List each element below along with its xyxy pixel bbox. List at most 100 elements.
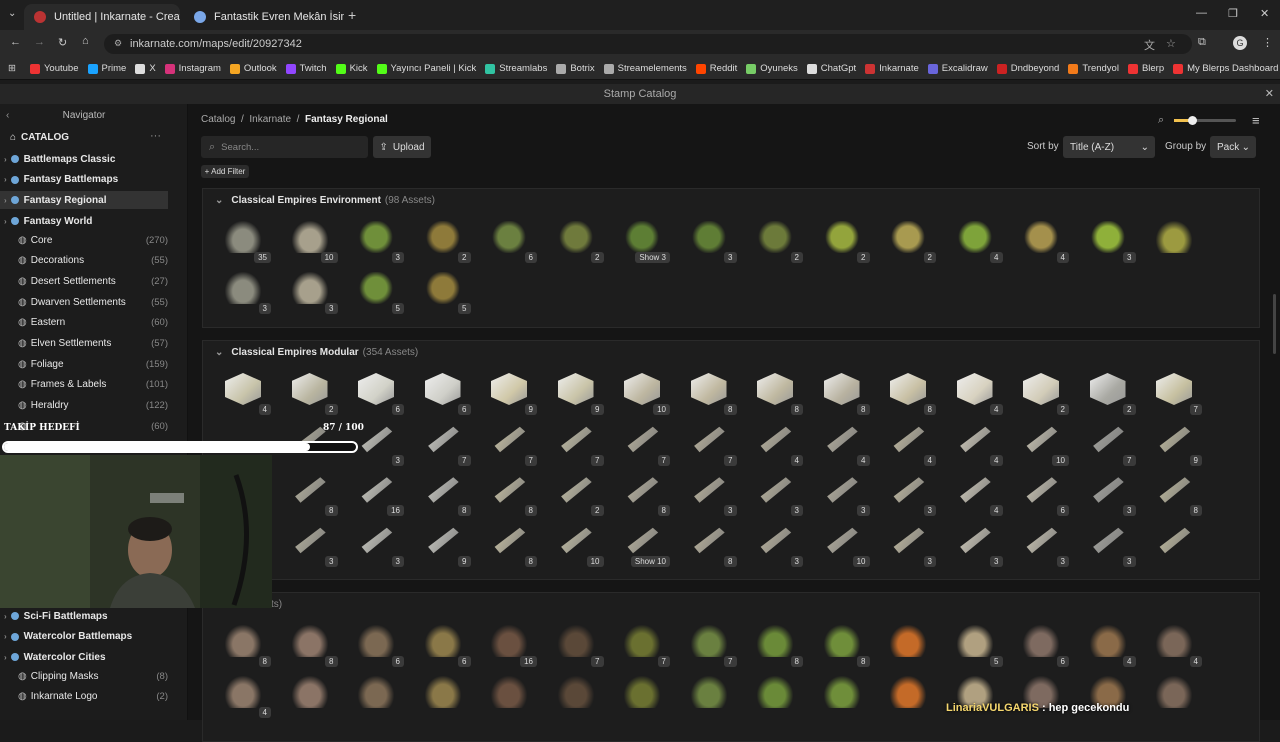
stamp-thumbnail[interactable] (481, 672, 539, 718)
bookmark-item[interactable]: Streamelements (603, 63, 687, 74)
stamp-thumbnail[interactable]: 3 (681, 217, 739, 263)
bookmark-item[interactable]: Reddit (695, 63, 737, 74)
stamp-thumbnail[interactable]: 2 (747, 217, 805, 263)
sidebar-item[interactable]: › Fantasy Regional (0, 191, 168, 210)
stamp-thumbnail[interactable]: Show 10 (614, 521, 672, 567)
stamp-thumbnail[interactable]: 9 (481, 369, 539, 415)
stamp-thumbnail[interactable]: 7 (1080, 420, 1138, 466)
stamp-thumbnail[interactable]: 4 (215, 369, 273, 415)
more-icon[interactable]: ··· (150, 130, 161, 142)
stamp-thumbnail[interactable]: 7 (614, 420, 672, 466)
stamp-thumbnail[interactable]: 8 (481, 470, 539, 516)
bookmark-item[interactable]: My Blerps Dashboard (1173, 63, 1278, 74)
stamp-thumbnail[interactable]: 10 (282, 217, 340, 263)
stamp-thumbnail[interactable]: 8 (681, 521, 739, 567)
stamp-thumbnail[interactable]: 4 (215, 672, 273, 718)
stamp-thumbnail[interactable]: 2 (880, 217, 938, 263)
group-select[interactable]: Pack ⌄ (1210, 136, 1256, 158)
stamp-thumbnail[interactable]: 9 (548, 369, 606, 415)
stamp-thumbnail[interactable]: 8 (614, 470, 672, 516)
breadcrumb-catalog[interactable]: Catalog (201, 114, 235, 125)
bookmark-star-icon[interactable]: ☆ (1166, 37, 1176, 50)
bookmark-item[interactable]: Oyuneks (746, 63, 798, 74)
stamp-thumbnail[interactable]: 8 (681, 369, 739, 415)
stamp-thumbnail[interactable]: 7 (681, 420, 739, 466)
stamp-thumbnail[interactable]: 7 (415, 420, 473, 466)
stamp-thumbnail[interactable] (1146, 217, 1204, 263)
site-info-icon[interactable]: ⚙ (114, 38, 122, 49)
stamp-thumbnail[interactable]: 2 (548, 217, 606, 263)
sidebar-item[interactable]: ◍ Foliage (159) (0, 355, 168, 373)
zoom-handle[interactable] (1188, 116, 1197, 125)
stamp-thumbnail[interactable]: 9 (415, 521, 473, 567)
stamp-thumbnail[interactable]: 8 (282, 621, 340, 667)
home-icon[interactable]: ⌂ (82, 35, 89, 47)
stamp-thumbnail[interactable]: 8 (814, 369, 872, 415)
stamp-thumbnail[interactable]: 3 (282, 521, 340, 567)
bookmark-item[interactable]: Twitch (285, 63, 327, 74)
stamp-thumbnail[interactable] (282, 672, 340, 718)
sidebar-item[interactable]: › Watercolor Cities (0, 648, 168, 666)
stamp-thumbnail[interactable]: 35 (215, 217, 273, 263)
stamp-thumbnail[interactable]: 7 (481, 420, 539, 466)
bookmark-item[interactable]: Excalidraw (927, 63, 988, 74)
forward-icon[interactable]: → (34, 36, 45, 48)
stamp-thumbnail[interactable] (681, 672, 739, 718)
section-header[interactable]: ⌄ Classical Empires Environment (98 Assets… (203, 189, 435, 211)
bookmark-item[interactable]: Trendyol (1068, 63, 1119, 74)
stamp-thumbnail[interactable]: 3 (348, 217, 406, 263)
scrollbar[interactable] (1273, 294, 1276, 354)
sidebar-item[interactable]: ◍ Clipping Masks (8) (0, 667, 168, 685)
stamp-thumbnail[interactable]: 3 (1080, 470, 1138, 516)
stamp-thumbnail[interactable]: 8 (415, 470, 473, 516)
breadcrumb-inkarnate[interactable]: Inkarnate (249, 114, 291, 125)
stamp-thumbnail[interactable]: 6 (415, 621, 473, 667)
stamp-thumbnail[interactable]: 2 (1013, 369, 1071, 415)
stamp-thumbnail[interactable]: 4 (1080, 621, 1138, 667)
stamp-thumbnail[interactable]: 3 (1080, 217, 1138, 263)
stamp-thumbnail[interactable] (814, 672, 872, 718)
sidebar-item[interactable]: ◍ Core (270) (0, 231, 168, 249)
stamp-thumbnail[interactable]: 3 (814, 470, 872, 516)
sidebar-item[interactable]: › Fantasy Battlemaps (0, 171, 168, 189)
stamp-thumbnail[interactable]: 2 (282, 369, 340, 415)
maximize-icon[interactable]: ❐ (1228, 7, 1238, 20)
sidebar-item[interactable]: › Sci-Fi Battlemaps (0, 607, 168, 625)
stamp-thumbnail[interactable]: 3 (215, 268, 273, 314)
bookmark-item[interactable]: Dndbeyond (996, 63, 1059, 74)
add-filter-button[interactable]: + Add Filter (201, 165, 249, 178)
stamp-thumbnail[interactable]: 3 (947, 521, 1005, 567)
bookmark-item[interactable]: Streamlabs (485, 63, 547, 74)
stamp-thumbnail[interactable] (614, 672, 672, 718)
stamp-thumbnail[interactable]: 4 (814, 420, 872, 466)
stamp-thumbnail[interactable]: 9 (1146, 420, 1204, 466)
sidebar-item[interactable]: ◍ Desert Settlements (27) (0, 272, 168, 290)
stamp-thumbnail[interactable]: 10 (548, 521, 606, 567)
stamp-thumbnail[interactable]: 10 (814, 521, 872, 567)
stamp-thumbnail[interactable]: 4 (1013, 217, 1071, 263)
stamp-thumbnail[interactable]: 2 (1080, 369, 1138, 415)
translate-icon[interactable]: 文 (1144, 37, 1155, 53)
tab-inkarnate[interactable]: Untitled | Inkarnate - Create Fa ✕ (24, 4, 180, 30)
stamp-thumbnail[interactable]: 3 (348, 521, 406, 567)
bookmark-item[interactable]: Inkarnate (865, 63, 919, 74)
stamp-thumbnail[interactable]: 7 (1146, 369, 1204, 415)
sidebar-item[interactable]: ◍ Frames & Labels (101) (0, 376, 168, 394)
stamp-thumbnail[interactable]: 10 (614, 369, 672, 415)
profile-avatar[interactable]: G (1233, 36, 1247, 50)
bookmark-item[interactable]: Kick (335, 63, 368, 74)
stamp-thumbnail[interactable]: 6 (481, 217, 539, 263)
stamp-thumbnail[interactable]: 6 (1013, 621, 1071, 667)
upload-button[interactable]: ⇪ Upload (373, 136, 431, 158)
stamp-thumbnail[interactable]: 4 (880, 420, 938, 466)
search-input[interactable]: ⌕ Search... (201, 136, 368, 158)
stamp-thumbnail[interactable]: 5 (947, 621, 1005, 667)
stamp-thumbnail[interactable]: 16 (481, 621, 539, 667)
stamp-thumbnail[interactable]: 3 (681, 470, 739, 516)
stamp-thumbnail[interactable]: 3 (747, 521, 805, 567)
stamp-thumbnail[interactable]: 3 (747, 470, 805, 516)
stamp-thumbnail[interactable]: 6 (1013, 470, 1071, 516)
stamp-thumbnail[interactable]: 4 (947, 369, 1005, 415)
stamp-thumbnail[interactable]: 5 (415, 268, 473, 314)
stamp-thumbnail[interactable]: 8 (747, 369, 805, 415)
